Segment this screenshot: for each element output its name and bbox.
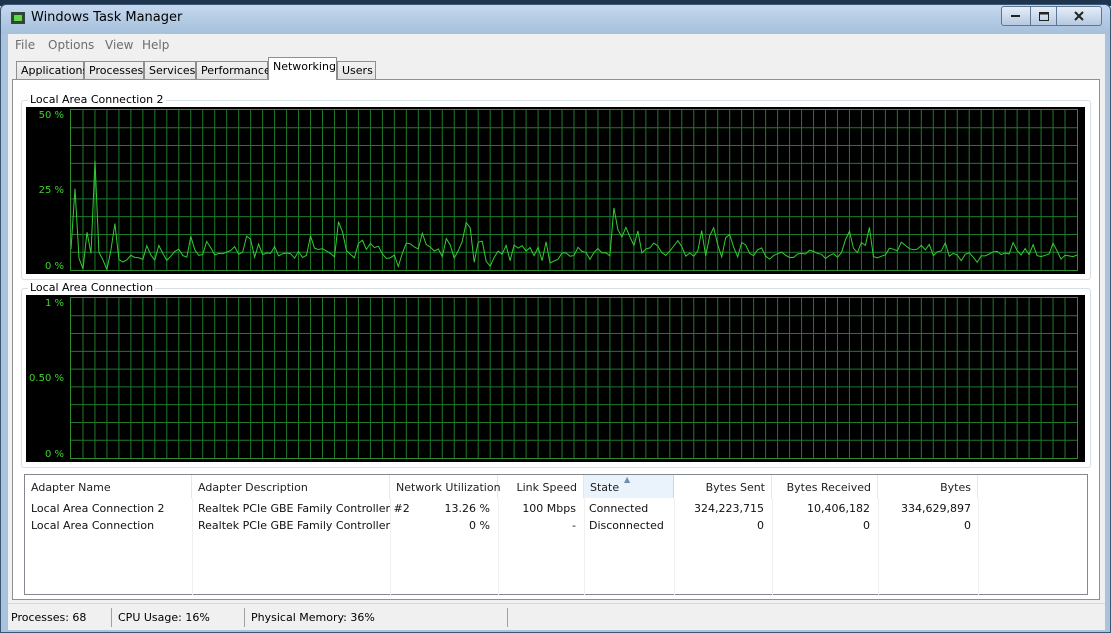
cell-state: Disconnected	[589, 519, 664, 532]
cell-state: Connected	[589, 502, 649, 515]
cell-bytes: 334,629,897	[901, 502, 971, 515]
tab-applications[interactable]: Applications	[16, 61, 88, 79]
cell-adapter-name: Local Area Connection	[31, 519, 155, 532]
graph-lan2-ylabel-top: 50 %	[38, 110, 64, 121]
tab-users[interactable]: Users	[337, 61, 376, 79]
table-row[interactable]: Local Area Connection 2 Realtek PCIe GBE…	[25, 501, 1087, 518]
cell-adapter-description: Realtek PCIe GBE Family Controller	[198, 519, 391, 532]
cell-link-speed: 100 Mbps	[522, 502, 576, 515]
col-adapter-description[interactable]: Adapter Description	[192, 475, 390, 498]
adapter-table: Adapter Name Adapter Description Network…	[24, 474, 1088, 595]
client-area: File Options View Help Applications Proc…	[8, 34, 1105, 630]
graph-group-lan: Local Area Connection 1 % 0.50 % 0 %	[21, 281, 1091, 468]
graph-lan2-svg	[71, 110, 1077, 270]
close-icon	[1074, 11, 1084, 21]
status-processes: Processes: 68	[8, 608, 112, 627]
tab-services[interactable]: Services	[144, 61, 196, 79]
title-bar[interactable]: Windows Task Manager	[1, 5, 1110, 33]
task-manager-window: Windows Task Manager File Options View H…	[0, 4, 1111, 633]
col-link-speed[interactable]: Link Speed	[498, 475, 584, 498]
cell-bytes: 0	[964, 519, 971, 532]
tab-strip: Applications Processes Services Performa…	[8, 57, 1105, 80]
menu-options[interactable]: Options	[48, 38, 94, 52]
cell-link-speed: -	[572, 519, 576, 532]
minimize-button[interactable]	[1001, 6, 1031, 26]
graph-lan-plot	[70, 297, 1078, 459]
col-network-utilization[interactable]: Network Utilization	[390, 475, 501, 498]
status-cpu-usage: CPU Usage: 16%	[115, 608, 245, 627]
cell-network-utilization: 0 %	[469, 519, 490, 532]
sort-ascending-icon: ▲	[624, 475, 631, 484]
graph-lan-ylabel-top: 1 %	[44, 298, 64, 309]
graph-lan: 1 % 0.50 % 0 %	[26, 295, 1085, 462]
task-manager-icon	[11, 12, 25, 24]
close-button[interactable]	[1056, 6, 1102, 26]
cell-adapter-name: Local Area Connection 2	[31, 502, 165, 515]
cell-bytes-sent: 0	[757, 519, 764, 532]
menu-help[interactable]: Help	[142, 38, 169, 52]
graph-lan-svg	[71, 298, 1077, 458]
tab-processes[interactable]: Processes	[84, 61, 144, 79]
table-row[interactable]: Local Area Connection Realtek PCIe GBE F…	[25, 518, 1087, 535]
cell-bytes-sent: 324,223,715	[694, 502, 764, 515]
col-state[interactable]: State ▲	[584, 475, 674, 498]
table-header: Adapter Name Adapter Description Network…	[25, 475, 1087, 498]
menu-file[interactable]: File	[15, 38, 35, 52]
tab-networking[interactable]: Networking	[268, 57, 337, 80]
graph-lan2: 50 % 25 % 0 %	[26, 107, 1085, 274]
cell-bytes-received: 10,406,182	[807, 502, 870, 515]
graph-group-lan2: Local Area Connection 2 50 % 25 % 0 %	[21, 93, 1091, 280]
cell-adapter-description: Realtek PCIe GBE Family Controller #2	[198, 502, 410, 515]
menu-view[interactable]: View	[105, 38, 133, 52]
graph-lan-ylabel-bottom: 0 %	[44, 449, 64, 460]
status-physical-memory: Physical Memory: 36%	[248, 608, 508, 627]
status-bar: Processes: 68 CPU Usage: 16% Physical Me…	[8, 603, 1105, 630]
graph-title-lan2: Local Area Connection 2	[28, 93, 166, 106]
graph-lan2-ylabel-bottom: 0 %	[44, 261, 64, 272]
maximize-icon	[1038, 11, 1049, 21]
menu-bar: File Options View Help	[8, 34, 1105, 56]
maximize-button[interactable]	[1030, 6, 1057, 26]
minimize-icon	[1011, 15, 1020, 17]
cell-network-utilization: 13.26 %	[444, 502, 490, 515]
window-title: Windows Task Manager	[31, 10, 183, 25]
col-state-label: State	[590, 481, 620, 494]
col-bytes-sent[interactable]: Bytes Sent	[674, 475, 772, 498]
graph-lan2-ylabel-mid: 25 %	[38, 185, 64, 196]
cell-bytes-received: 0	[863, 519, 870, 532]
col-bytes-received[interactable]: Bytes Received	[772, 475, 878, 498]
tab-performance[interactable]: Performance	[196, 61, 271, 79]
graph-lan-ylabel-mid: 0.50 %	[29, 373, 64, 384]
graph-title-lan: Local Area Connection	[28, 281, 156, 294]
col-adapter-name[interactable]: Adapter Name	[25, 475, 192, 498]
col-bytes[interactable]: Bytes	[878, 475, 978, 498]
graph-lan2-plot	[70, 109, 1078, 271]
